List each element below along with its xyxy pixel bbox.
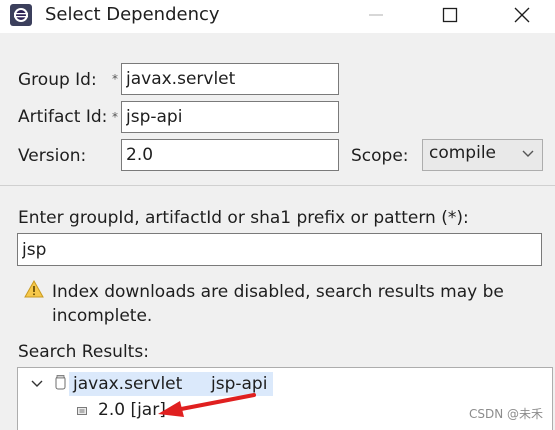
eclipse-app-icon xyxy=(10,4,32,26)
search-results-label: Search Results: xyxy=(18,342,149,362)
version-field[interactable] xyxy=(121,139,339,171)
maximize-icon xyxy=(442,7,458,23)
artifact-id-label: Artifact Id: xyxy=(18,107,108,127)
expand-chevron-icon[interactable] xyxy=(31,379,43,389)
watermark: CSDN @未禾 xyxy=(469,407,544,421)
minimize-button[interactable] xyxy=(348,0,404,30)
separator xyxy=(0,185,555,186)
group-id-required-marker: * xyxy=(112,72,118,86)
close-icon xyxy=(514,7,530,23)
group-id-label: Group Id: xyxy=(18,70,97,90)
title-bar: Select Dependency xyxy=(0,0,555,33)
jar-icon xyxy=(55,375,66,390)
maximize-button[interactable] xyxy=(422,0,478,30)
artifact-id-required-marker: * xyxy=(112,110,118,124)
warning-message: Index downloads are disabled, search res… xyxy=(52,282,504,326)
scope-select-value: compile xyxy=(429,143,497,163)
search-prompt-label: Enter groupId, artifactId or sha1 prefix… xyxy=(18,208,469,228)
minimize-icon xyxy=(369,14,383,16)
warning-icon xyxy=(24,280,44,298)
group-id-field[interactable] xyxy=(121,63,339,95)
annotation-arrow xyxy=(158,393,256,417)
version-label: Version: xyxy=(18,146,87,166)
scope-label: Scope: xyxy=(351,146,409,166)
artifact-version-icon xyxy=(77,407,87,415)
search-input[interactable] xyxy=(17,233,542,266)
artifact-id-field[interactable] xyxy=(121,101,339,133)
scope-select[interactable]: compile xyxy=(422,139,543,171)
close-button[interactable] xyxy=(494,0,550,30)
chevron-down-icon xyxy=(522,150,534,157)
window-title: Select Dependency xyxy=(45,4,220,25)
